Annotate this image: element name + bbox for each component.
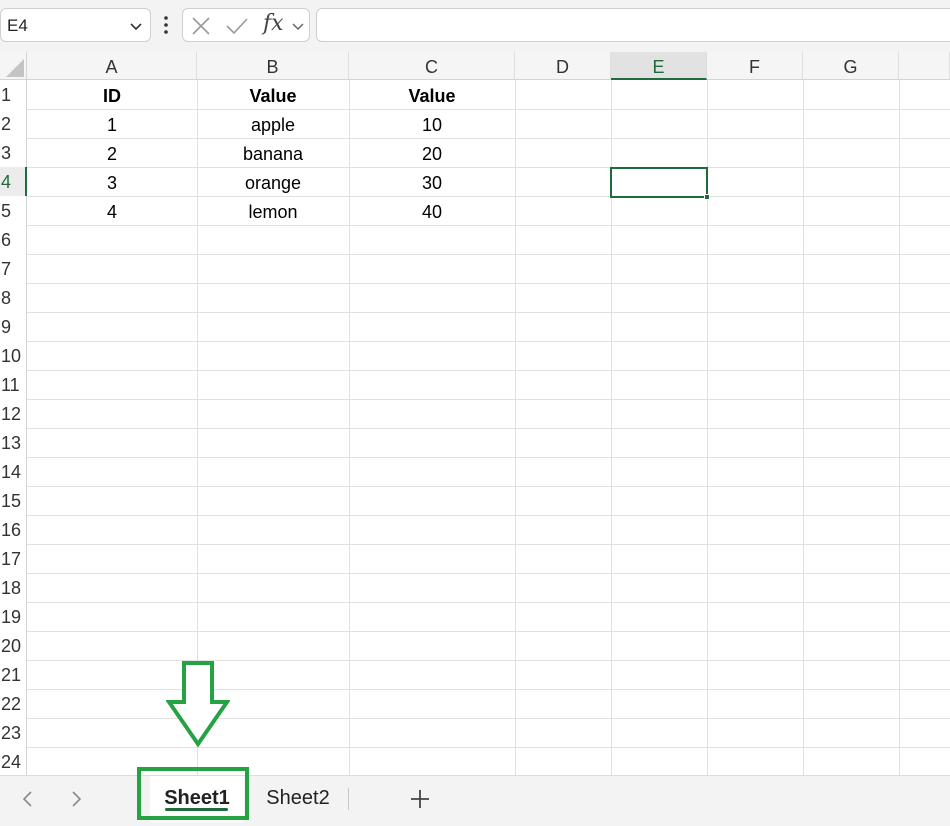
- column-header-f[interactable]: F: [707, 52, 803, 80]
- row-header-21[interactable]: 21: [0, 660, 27, 689]
- cell-c1[interactable]: Value: [349, 81, 515, 110]
- cell-c5[interactable]: 40: [349, 197, 515, 226]
- row-gridline: [27, 515, 950, 516]
- row-header-2[interactable]: 2: [0, 109, 27, 138]
- row-gridline: [27, 544, 950, 545]
- chevron-left-icon[interactable]: [19, 789, 37, 809]
- formula-controls: fx: [182, 8, 310, 42]
- cell-a5[interactable]: 4: [27, 197, 197, 226]
- row-gridline: [27, 341, 950, 342]
- cell-a4[interactable]: 3: [27, 168, 197, 197]
- column-gridline: [803, 80, 804, 775]
- chevron-right-icon[interactable]: [67, 789, 85, 809]
- check-icon[interactable]: [225, 16, 249, 36]
- cell-b2[interactable]: apple: [197, 110, 349, 139]
- formula-input[interactable]: [316, 8, 950, 42]
- row-header-19[interactable]: 19: [0, 602, 27, 631]
- cell-a2[interactable]: 1: [27, 110, 197, 139]
- row-header-10[interactable]: 10: [0, 341, 27, 370]
- row-gridline: [27, 399, 950, 400]
- more-options-icon[interactable]: [161, 14, 171, 36]
- row-header-8[interactable]: 8: [0, 283, 27, 312]
- cell-c4[interactable]: 30: [349, 168, 515, 197]
- chevron-down-icon[interactable]: [291, 18, 305, 34]
- row-header-22[interactable]: 22: [0, 689, 27, 718]
- row-gridline: [27, 631, 950, 632]
- cell-c2[interactable]: 10: [349, 110, 515, 139]
- row-header-23[interactable]: 23: [0, 718, 27, 747]
- row-header-18[interactable]: 18: [0, 573, 27, 602]
- column-header-a[interactable]: A: [27, 52, 197, 80]
- column-gridline: [515, 80, 516, 775]
- column-header-next[interactable]: [899, 52, 950, 80]
- row-header-17[interactable]: 17: [0, 544, 27, 573]
- row-gridline: [27, 573, 950, 574]
- tab-sheet2-label: Sheet2: [266, 787, 330, 809]
- row-header-11[interactable]: 11: [0, 370, 27, 399]
- row-header-13[interactable]: 13: [0, 428, 27, 457]
- row-gridline: [27, 486, 950, 487]
- row-header-14[interactable]: 14: [0, 457, 27, 486]
- cell-b5[interactable]: lemon: [197, 197, 349, 226]
- row-header-6[interactable]: 6: [0, 225, 27, 254]
- column-header-c[interactable]: C: [349, 52, 515, 80]
- active-cell-e4[interactable]: [610, 167, 710, 200]
- row-gridline: [27, 254, 950, 255]
- select-all-icon: [6, 59, 24, 77]
- fill-handle[interactable]: [704, 194, 710, 200]
- row-header-9[interactable]: 9: [0, 312, 27, 341]
- tab-divider: [348, 788, 349, 810]
- row-header-4[interactable]: 4: [0, 167, 27, 196]
- cancel-icon[interactable]: [191, 16, 211, 36]
- row-header-24[interactable]: 24: [0, 747, 27, 775]
- column-header-g[interactable]: G: [803, 52, 899, 80]
- row-header-1[interactable]: 1: [0, 80, 27, 109]
- name-box-value: E4: [7, 16, 28, 35]
- row-gridline: [27, 370, 950, 371]
- row-header-12[interactable]: 12: [0, 399, 27, 428]
- cell-b1[interactable]: Value: [197, 81, 349, 110]
- cell-a1[interactable]: ID: [27, 81, 197, 110]
- formula-bar: E4 fx: [0, 0, 950, 52]
- spreadsheet-grid[interactable]: A B C D E F G 1 2 3 4 5 6 7 8 9 10 11 12 13 14 15 16 17 1…: [0, 52, 950, 775]
- cell-c3[interactable]: 20: [349, 139, 515, 168]
- row-header-5[interactable]: 5: [0, 196, 27, 225]
- column-gridline: [899, 80, 900, 775]
- cell-b4[interactable]: orange: [197, 168, 349, 197]
- row-header-7[interactable]: 7: [0, 254, 27, 283]
- add-sheet-icon[interactable]: [408, 787, 432, 811]
- row-gridline: [27, 312, 950, 313]
- row-gridline: [27, 283, 950, 284]
- row-gridline: [27, 428, 950, 429]
- row-gridline: [27, 602, 950, 603]
- down-arrow-icon: [166, 661, 230, 748]
- column-header-d[interactable]: D: [515, 52, 611, 80]
- row-header-3[interactable]: 3: [0, 138, 27, 167]
- tab-sheet2[interactable]: Sheet2: [255, 776, 341, 822]
- row-header-16[interactable]: 16: [0, 515, 27, 544]
- cell-a3[interactable]: 2: [27, 139, 197, 168]
- chevron-down-icon[interactable]: [128, 18, 144, 34]
- select-all-corner[interactable]: [0, 52, 27, 80]
- annotation-highlight-box: [137, 767, 249, 820]
- row-header-15[interactable]: 15: [0, 486, 27, 515]
- column-header-e[interactable]: E: [611, 52, 707, 80]
- row-header-20[interactable]: 20: [0, 631, 27, 660]
- insert-function-button[interactable]: fx: [263, 11, 284, 36]
- column-header-b[interactable]: B: [197, 52, 349, 80]
- name-box[interactable]: E4: [0, 8, 151, 42]
- row-gridline: [27, 457, 950, 458]
- cell-b3[interactable]: banana: [197, 139, 349, 168]
